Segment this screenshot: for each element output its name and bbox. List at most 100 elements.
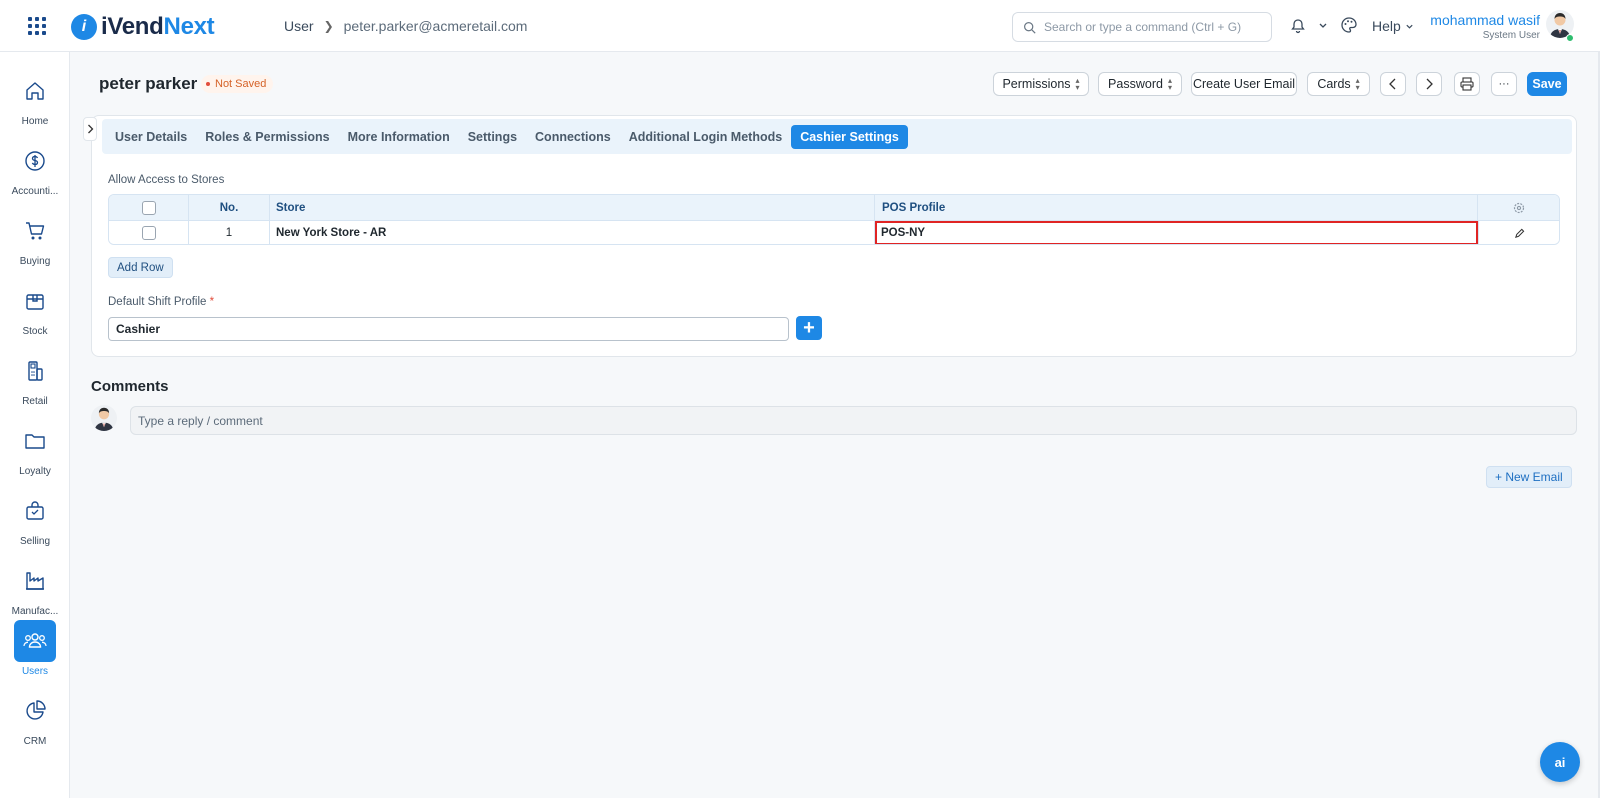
header-select-cell bbox=[109, 195, 189, 220]
chevron-down-icon bbox=[1406, 24, 1413, 29]
gear-icon[interactable] bbox=[1513, 202, 1525, 214]
column-header-pos-profile: POS Profile bbox=[875, 195, 1478, 220]
breadcrumb: User ❯ peter.parker@acmeretail.com bbox=[284, 18, 527, 34]
store-cell[interactable]: New York Store - AR bbox=[270, 221, 875, 244]
row-number: 1 bbox=[189, 221, 270, 244]
sidebar-item-retail[interactable]: Retail bbox=[0, 350, 70, 407]
sidebar-item-label: Stock bbox=[22, 326, 48, 337]
pencil-icon[interactable] bbox=[1514, 228, 1525, 239]
tab-additional-login-methods[interactable]: Additional Login Methods bbox=[620, 125, 791, 149]
palette-icon[interactable] bbox=[1340, 16, 1358, 34]
sidebar-item-label: Selling bbox=[19, 536, 51, 547]
logo[interactable]: i iVendNext bbox=[71, 13, 215, 41]
chevron-right-icon: ❯ bbox=[323, 19, 334, 33]
new-email-button[interactable]: + New Email bbox=[1486, 466, 1572, 488]
user-menu[interactable]: mohammad wasif System User bbox=[1430, 12, 1540, 41]
bell-icon[interactable] bbox=[1290, 18, 1306, 34]
column-header-store: Store bbox=[270, 195, 875, 220]
sidebar-item-label: Users bbox=[21, 666, 49, 677]
sidebar: Home Accounti... Buying Stock Retail Loy… bbox=[0, 52, 70, 798]
shopping-bag-icon bbox=[14, 490, 56, 532]
printer-icon bbox=[1460, 77, 1474, 91]
sidebar-item-crm[interactable]: CRM bbox=[0, 690, 70, 747]
expand-sidebar-toggle[interactable] bbox=[83, 117, 97, 141]
add-shift-profile-button[interactable]: + bbox=[796, 316, 822, 340]
user-name: mohammad wasif bbox=[1430, 12, 1540, 28]
pie-chart-icon bbox=[14, 690, 56, 732]
add-row-button[interactable]: Add Row bbox=[108, 257, 173, 278]
factory-icon bbox=[14, 560, 56, 602]
chevron-left-icon bbox=[1389, 78, 1396, 90]
logo-text: iVendNext bbox=[101, 13, 215, 40]
app-grid-icon[interactable] bbox=[28, 17, 46, 35]
sidebar-item-label: CRM bbox=[23, 736, 47, 747]
stores-section-label: Allow Access to Stores bbox=[108, 174, 225, 186]
permissions-label: Permissions bbox=[1002, 77, 1071, 91]
default-shift-profile-field[interactable]: Cashier bbox=[108, 317, 789, 341]
sidebar-item-selling[interactable]: Selling bbox=[0, 490, 70, 547]
sidebar-item-stock[interactable]: Stock bbox=[0, 280, 70, 337]
comments-title: Comments bbox=[91, 378, 169, 395]
dollar-icon bbox=[14, 140, 56, 182]
sidebar-item-label: Home bbox=[21, 116, 49, 127]
breadcrumb-current[interactable]: peter.parker@acmeretail.com bbox=[344, 18, 528, 34]
sidebar-item-users[interactable]: Users bbox=[0, 620, 70, 677]
comment-input[interactable] bbox=[130, 406, 1577, 435]
form-tabs: User Details Roles & Permissions More In… bbox=[102, 119, 1572, 154]
previous-record-button[interactable] bbox=[1380, 72, 1406, 96]
table-header: No. Store POS Profile bbox=[109, 195, 1559, 221]
cards-button[interactable]: Cards ▴ ▾ bbox=[1307, 72, 1370, 96]
create-user-email-button[interactable]: Create User Email bbox=[1191, 72, 1297, 96]
status-badge: Not Saved bbox=[201, 75, 274, 93]
sidebar-item-accounting[interactable]: Accounti... bbox=[0, 140, 70, 197]
stores-table: No. Store POS Profile 1 New York Store -… bbox=[108, 194, 1560, 245]
sidebar-item-label: Retail bbox=[22, 396, 48, 407]
chevron-right-icon bbox=[1426, 78, 1433, 90]
sidebar-item-label: Manufac... bbox=[11, 606, 59, 617]
tab-user-details[interactable]: User Details bbox=[106, 125, 196, 149]
cards-label: Cards bbox=[1317, 77, 1351, 91]
next-record-button[interactable] bbox=[1416, 72, 1442, 96]
more-actions-button[interactable]: ··· bbox=[1491, 72, 1517, 96]
folder-icon bbox=[14, 420, 56, 462]
cart-icon bbox=[14, 210, 56, 252]
print-button[interactable] bbox=[1454, 72, 1480, 96]
updown-icon: ▴ ▾ bbox=[1355, 76, 1360, 92]
sidebar-item-label: Accounti... bbox=[11, 186, 59, 197]
ai-assistant-button[interactable]: ai bbox=[1540, 742, 1580, 782]
tab-more-information[interactable]: More Information bbox=[339, 125, 459, 149]
column-settings-cell bbox=[1478, 195, 1559, 220]
page-title: peter parker bbox=[99, 74, 198, 93]
chevron-right-icon bbox=[87, 124, 93, 134]
users-icon bbox=[14, 620, 56, 662]
home-icon bbox=[14, 70, 56, 112]
required-marker: * bbox=[209, 296, 215, 308]
shift-profile-label: Default Shift Profile * bbox=[108, 296, 215, 308]
updown-icon: ▴ ▾ bbox=[1075, 76, 1080, 92]
logo-badge: i bbox=[71, 14, 97, 40]
search-bar[interactable] bbox=[1012, 12, 1272, 42]
sidebar-item-manufacturing[interactable]: Manufac... bbox=[0, 560, 70, 617]
tab-settings[interactable]: Settings bbox=[459, 125, 526, 149]
column-header-no: No. bbox=[189, 195, 270, 220]
search-input[interactable] bbox=[1044, 20, 1264, 34]
tab-roles-permissions[interactable]: Roles & Permissions bbox=[196, 125, 338, 149]
row-edit-cell bbox=[1478, 221, 1559, 244]
help-menu[interactable]: Help bbox=[1372, 18, 1414, 34]
sidebar-item-buying[interactable]: Buying bbox=[0, 210, 70, 267]
user-role: System User bbox=[1482, 30, 1540, 41]
breadcrumb-user[interactable]: User bbox=[284, 18, 314, 34]
select-all-checkbox[interactable] bbox=[141, 200, 156, 215]
sidebar-item-home[interactable]: Home bbox=[0, 70, 70, 127]
pos-profile-cell[interactable]: POS-NY bbox=[875, 221, 1478, 244]
save-button[interactable]: Save bbox=[1527, 72, 1567, 96]
tab-connections[interactable]: Connections bbox=[526, 125, 620, 149]
sidebar-item-loyalty[interactable]: Loyalty bbox=[0, 420, 70, 477]
updown-icon: ▴ ▾ bbox=[1167, 76, 1172, 92]
permissions-button[interactable]: Permissions ▴ ▾ bbox=[993, 72, 1089, 96]
row-checkbox[interactable] bbox=[141, 226, 156, 240]
online-status-indicator bbox=[1566, 34, 1574, 42]
tab-cashier-settings[interactable]: Cashier Settings bbox=[791, 124, 908, 149]
password-button[interactable]: Password ▴ ▾ bbox=[1098, 72, 1182, 96]
chevron-down-icon[interactable] bbox=[1318, 18, 1328, 34]
